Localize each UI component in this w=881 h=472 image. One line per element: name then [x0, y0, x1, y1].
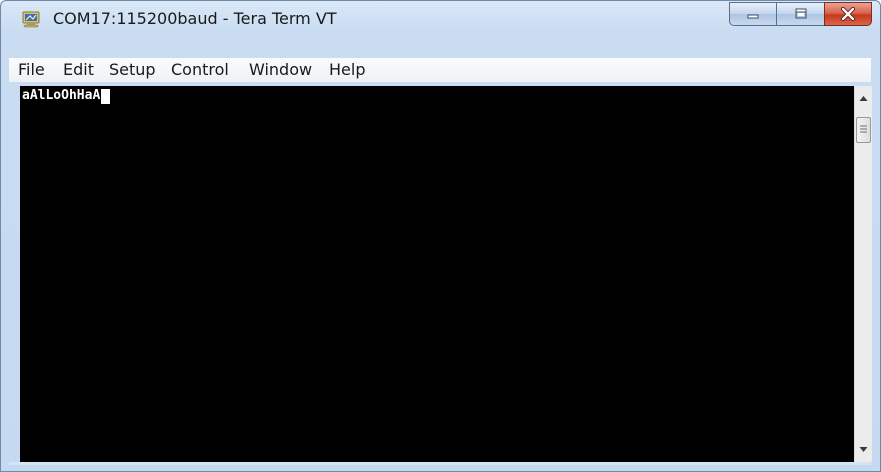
menu-setup[interactable]: Setup — [109, 60, 156, 79]
menu-edit[interactable]: Edit — [63, 60, 94, 79]
grip-icon — [860, 125, 867, 133]
terminal-screen[interactable]: aAlLoOhHaA — [20, 86, 854, 462]
vertical-scrollbar[interactable] — [854, 86, 872, 462]
tera-term-window: COM17:115200baud - Tera Term VT File Edi… — [0, 0, 881, 472]
close-button[interactable] — [824, 2, 872, 26]
menu-control[interactable]: Control — [171, 60, 229, 79]
scroll-up-arrow-icon[interactable] — [855, 90, 872, 107]
menu-file[interactable]: File — [18, 60, 45, 79]
scrollbar-thumb[interactable] — [856, 117, 871, 143]
terminal-output-line: aAlLoOhHaA — [22, 88, 111, 104]
scroll-down-arrow-icon[interactable] — [855, 441, 872, 458]
maximize-icon — [795, 8, 806, 19]
menu-help[interactable]: Help — [329, 60, 365, 79]
window-bottom-border — [9, 462, 871, 465]
minimize-button[interactable] — [729, 2, 777, 26]
menu-window[interactable]: Window — [249, 60, 312, 79]
terminal-output-text: aAlLoOhHaA — [22, 88, 101, 103]
tera-term-icon — [22, 11, 40, 28]
minimize-icon — [747, 14, 759, 19]
title-bar[interactable]: COM17:115200baud - Tera Term VT — [1, 1, 880, 35]
maximize-button[interactable] — [776, 2, 825, 26]
window-title: COM17:115200baud - Tera Term VT — [53, 9, 337, 28]
text-cursor — [101, 88, 111, 104]
close-icon — [841, 7, 855, 21]
